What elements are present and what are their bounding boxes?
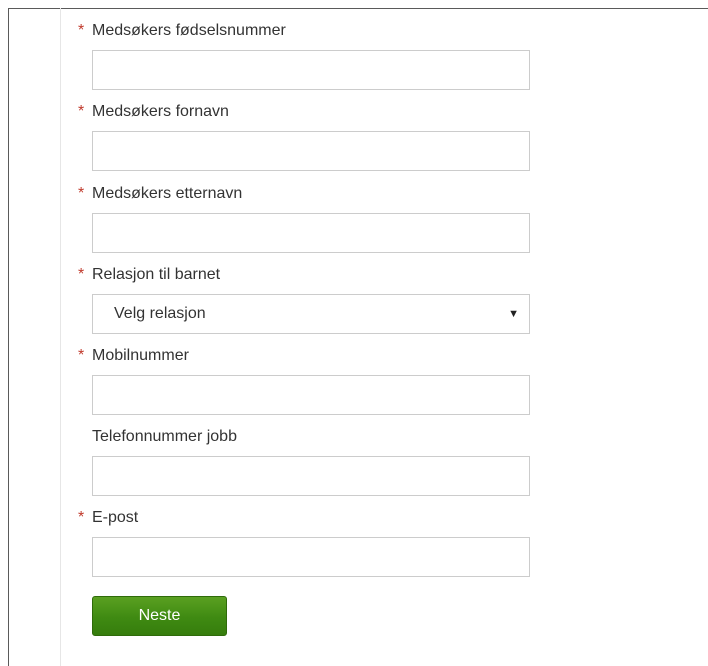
content-divider — [60, 8, 61, 666]
chevron-down-icon: ▼ — [508, 308, 519, 320]
work-phone-input[interactable] — [92, 456, 530, 496]
required-marker: * — [78, 509, 85, 526]
label-text: Relasjon til barnet — [92, 266, 221, 283]
required-marker: * — [78, 266, 85, 283]
field-label: * Medsøkers fødselsnummer — [78, 21, 286, 41]
field-label: Telefonnummer jobb — [78, 427, 237, 447]
label-text: Mobilnummer — [92, 347, 189, 364]
required-marker: * — [78, 22, 85, 39]
required-marker: * — [78, 185, 85, 202]
next-button[interactable]: Neste — [92, 596, 227, 636]
field-label: * Medsøkers fornavn — [78, 102, 229, 122]
co-applicant-ssn-input[interactable] — [92, 50, 530, 90]
label-text: Telefonnummer jobb — [92, 428, 237, 445]
co-applicant-last-name-input[interactable] — [92, 213, 530, 253]
field-label: * Medsøkers etternavn — [78, 184, 242, 204]
field-label: * E-post — [78, 508, 138, 528]
relation-select-value: Velg relasjon — [114, 305, 206, 322]
required-marker: * — [78, 103, 85, 120]
email-input[interactable] — [92, 537, 530, 577]
co-applicant-first-name-input[interactable] — [92, 131, 530, 171]
field-label: * Relasjon til barnet — [78, 265, 220, 285]
label-text: E-post — [92, 509, 139, 526]
label-text: Medsøkers fødselsnummer — [92, 22, 286, 39]
mobile-number-input[interactable] — [92, 375, 530, 415]
required-marker: * — [78, 347, 85, 364]
field-label: * Mobilnummer — [78, 346, 189, 366]
relation-select[interactable]: Velg relasjon ▼ — [92, 294, 530, 334]
label-text: Medsøkers fornavn — [92, 103, 229, 120]
label-text: Medsøkers etternavn — [92, 185, 243, 202]
